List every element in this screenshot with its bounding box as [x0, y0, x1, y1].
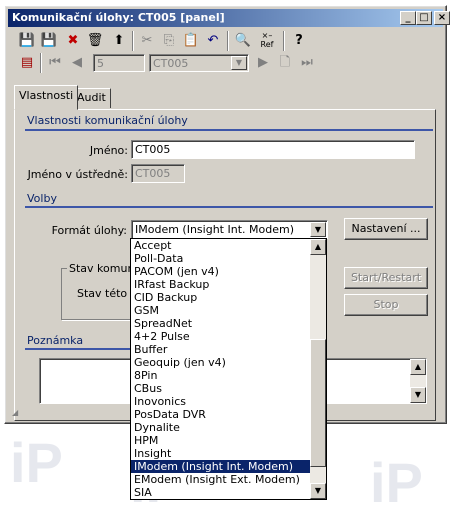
- find-icon[interactable]: 🔍: [233, 31, 253, 51]
- status-group-title: Stav komuni: [67, 262, 140, 275]
- scroll-up-icon[interactable]: ▲: [410, 359, 426, 375]
- record-number-field[interactable]: 5: [93, 54, 145, 72]
- scroll-down-icon[interactable]: ▼: [410, 387, 426, 403]
- new-record-icon[interactable]: 🗋: [275, 53, 295, 73]
- scroll-up-icon[interactable]: ▲: [310, 239, 326, 255]
- dropdown-option[interactable]: Inovonics: [131, 395, 326, 408]
- undo-icon[interactable]: ↶: [203, 31, 223, 51]
- section-divider: [25, 129, 433, 131]
- dropdown-option[interactable]: IRfast Backup: [131, 278, 326, 291]
- start-restart-button[interactable]: Start/Restart: [344, 267, 428, 289]
- format-label: Formát úlohy:: [51, 224, 127, 237]
- scroll-down-icon[interactable]: ▼: [310, 483, 326, 499]
- references-icon[interactable]: ×– Ref: [257, 31, 277, 51]
- tab-vlastnosti[interactable]: Vlastnosti: [14, 85, 79, 110]
- format-select[interactable]: IModem (Insight Int. Modem) ▼: [131, 220, 328, 239]
- format-select-value: IModem (Insight Int. Modem): [135, 223, 294, 236]
- scroll-thumb[interactable]: [310, 339, 326, 467]
- dropdown-scrollbar[interactable]: ▲ ▼: [310, 239, 326, 499]
- record-combo-value: CT005: [153, 57, 189, 70]
- format-dropdown-list[interactable]: Accept Poll-Data PACOM (jen v4) IRfast Back…: [130, 238, 327, 500]
- dropdown-option[interactable]: Dynalite: [131, 421, 326, 434]
- chevron-down-icon[interactable]: ▼: [231, 56, 247, 70]
- note-scrollbar[interactable]: ▲ ▼: [410, 359, 426, 403]
- minimize-button[interactable]: _: [400, 11, 416, 25]
- section-title-options: Volby: [27, 192, 57, 205]
- dropdown-option[interactable]: CBus: [131, 382, 326, 395]
- name-label: Jméno:: [89, 144, 128, 157]
- dropdown-option[interactable]: GSM: [131, 304, 326, 317]
- dropdown-option[interactable]: PACOM (jen v4): [131, 265, 326, 278]
- paste-icon[interactable]: 📋: [181, 31, 201, 51]
- dropdown-option[interactable]: Accept: [131, 239, 326, 252]
- dropdown-option[interactable]: IModem (Insight Int. Modem): [131, 460, 326, 473]
- section-divider: [25, 348, 133, 350]
- record-list-icon[interactable]: ▤: [17, 53, 37, 73]
- section-divider: [25, 206, 433, 208]
- panel-name-label: Jméno v ústředně:: [27, 168, 128, 181]
- name-field[interactable]: CT005: [131, 140, 415, 159]
- dropdown-option[interactable]: CID Backup: [131, 291, 326, 304]
- upload-icon[interactable]: ⬆: [109, 31, 129, 51]
- record-combo[interactable]: CT005 ▼: [149, 54, 249, 72]
- window-title: Komunikační úlohy: CT005 [panel]: [12, 11, 225, 24]
- previous-record-icon[interactable]: ◀: [67, 53, 87, 73]
- toolbar-separator: [40, 53, 42, 73]
- status-text: Stav této k: [77, 287, 138, 300]
- section-title-note: Poznámka: [27, 334, 84, 347]
- dropdown-option[interactable]: SIA: [131, 486, 326, 499]
- settings-button[interactable]: Nastavení ...: [344, 218, 428, 240]
- toolbar-separator: [283, 31, 285, 51]
- dropdown-option[interactable]: HPM: [131, 434, 326, 447]
- cancel-icon[interactable]: ✖: [63, 31, 83, 51]
- background-logo: iP: [10, 431, 63, 494]
- close-button[interactable]: ×: [434, 11, 450, 25]
- save-icon[interactable]: 💾: [17, 31, 37, 51]
- last-record-icon[interactable]: ⏭: [297, 53, 317, 73]
- title-bar: Komunikační úlohy: CT005 [panel] _ □ ×: [8, 9, 450, 27]
- stop-button[interactable]: Stop: [344, 294, 428, 316]
- chevron-down-icon[interactable]: ▼: [310, 222, 326, 237]
- dropdown-option[interactable]: Geoquip (jen v4): [131, 356, 326, 369]
- dropdown-option[interactable]: Buffer: [131, 343, 326, 356]
- toolbar-separator: [227, 31, 229, 51]
- help-icon[interactable]: ?: [289, 31, 309, 51]
- delete-icon[interactable]: 🗑: [85, 31, 105, 51]
- dropdown-option[interactable]: SpreadNet: [131, 317, 326, 330]
- save-close-icon[interactable]: 💾: [39, 31, 59, 51]
- cut-icon[interactable]: ✂: [137, 31, 157, 51]
- dropdown-option[interactable]: Poll-Data: [131, 252, 326, 265]
- panel-name-field: CT005: [131, 164, 185, 183]
- dropdown-option[interactable]: EModem (Insight Ext. Modem): [131, 473, 326, 486]
- dropdown-option[interactable]: 8Pin: [131, 369, 326, 382]
- section-title-properties: Vlastnosti komunikační úlohy: [27, 114, 188, 127]
- maximize-button[interactable]: □: [416, 11, 432, 25]
- ref-label: Ref: [260, 40, 274, 49]
- background-logo: iP: [370, 451, 423, 508]
- dropdown-option[interactable]: Insight: [131, 447, 326, 460]
- dropdown-option[interactable]: 4+2 Pulse: [131, 330, 326, 343]
- dropdown-option[interactable]: PosData DVR: [131, 408, 326, 421]
- toolbar-separator: [132, 31, 134, 51]
- next-record-icon[interactable]: ▶: [253, 53, 273, 73]
- copy-icon[interactable]: ⎘: [159, 31, 179, 51]
- resize-grip-icon[interactable]: ◢: [12, 408, 18, 417]
- first-record-icon[interactable]: ⏮: [45, 53, 65, 73]
